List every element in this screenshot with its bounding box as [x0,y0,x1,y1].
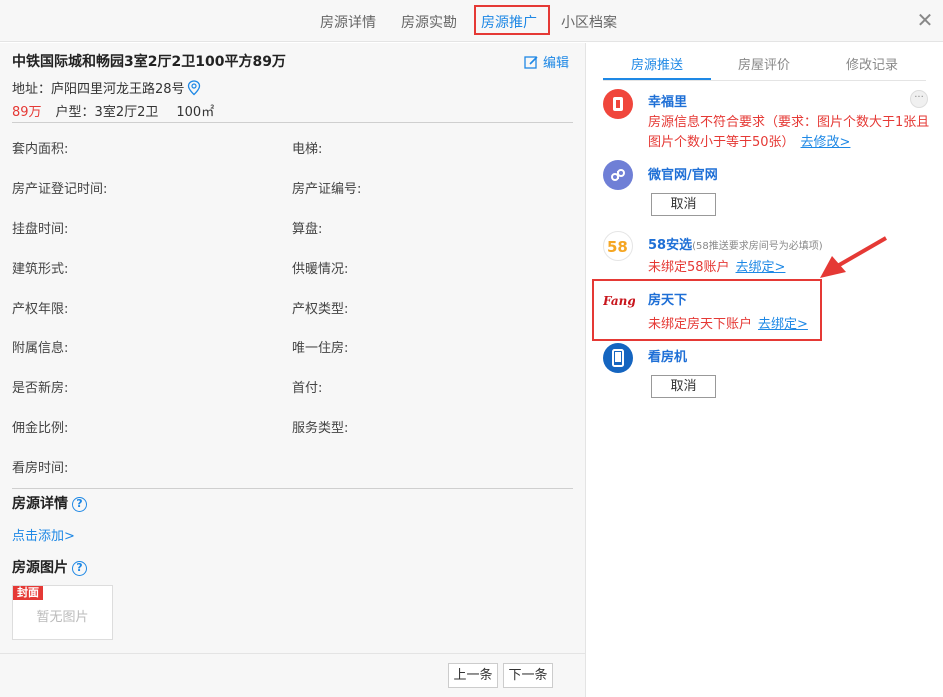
field-property-type: 产权类型: [292,302,349,317]
divider [12,122,573,123]
field-commission: 佣金比例: [12,421,69,436]
tab-house-survey[interactable]: 房源实勘 [401,12,457,32]
detail-title-text: 房源详情 [12,496,68,512]
tab-community-archive[interactable]: 小区档案 [561,12,617,32]
tab-house-detail[interactable]: 房源详情 [320,12,376,32]
anxuan58-logo-icon: 58 [603,231,633,261]
viewing-machine-cancel-button[interactable]: 取消 [651,375,716,398]
more-icon[interactable]: ··· [910,90,928,108]
field-is-new: 是否新房: [12,381,69,396]
close-icon[interactable]: ✕ [914,9,936,31]
active-tab-underline [603,78,711,80]
xingfuli-logo-icon [603,89,633,119]
edit-button[interactable]: 编辑 [524,52,569,71]
field-heating: 供暖情况: [292,262,349,277]
anxuan58-logo-text: 58 [607,238,628,256]
prev-button[interactable]: 上一条 [448,663,498,688]
wechat-site-cancel-button[interactable]: 取消 [651,193,716,216]
xingfuli-error-text: 房源信息不符合要求（要求：图片个数大于1张且图片个数小于等于50张） [648,115,930,150]
detail-section-title: 房源详情? [12,493,87,513]
house-title: 中铁国际城和畅园3室2厅2卫100平方89万 [12,54,286,70]
field-cert-register-time: 房产证登记时间: [12,182,108,197]
channel-name-viewing-machine: 看房机 [648,350,688,365]
highlight-box [474,5,550,35]
channel-58-note: (58推送要求房间号为必填项) [692,241,823,252]
add-detail-link[interactable]: 点击添加> [12,525,75,544]
top-tab-bar [0,0,943,42]
channel-name-xingfuli: 幸福里 [648,95,688,110]
highlight-box [592,279,822,341]
address-line: 地址：庐阳四里河龙王路28号 [12,78,201,97]
channel-name-58-text: 58安选 [648,238,693,253]
photo-section-title: 房源图片? [12,557,87,577]
photo-placeholder[interactable]: 封面 暂无图片 [12,585,113,640]
field-cert-number: 房产证编号: [292,182,362,197]
viewing-machine-logo-icon [603,343,633,373]
xingfuli-modify-link[interactable]: 去修改> [801,135,851,150]
anxuan58-bind-link[interactable]: 去绑定> [736,260,786,275]
tab-change-log[interactable]: 修改记录 [846,54,898,73]
field-property-years: 产权年限: [12,302,69,317]
no-photo-text: 暂无图片 [36,610,89,625]
layout: 户型：3室2厅2卫 [55,105,159,120]
divider [12,488,573,489]
field-elevator: 电梯: [292,142,323,157]
anxuan58-error: 未绑定58账户 去绑定> [648,258,785,278]
field-viewing-time: 看房时间: [12,461,69,476]
tab-house-review[interactable]: 房屋评价 [738,54,790,73]
tab-house-push[interactable]: 房源推送 [631,54,683,73]
tabs-baseline [603,80,926,81]
location-pin-icon[interactable] [187,80,201,96]
field-service-type: 服务类型: [292,421,349,436]
field-listing-time: 挂盘时间: [12,222,69,237]
field-only-home: 唯一住房: [292,341,349,356]
divider [0,653,585,654]
field-down-payment: 首付: [292,381,323,396]
price-line: 89万 户型：3室2厅2卫 100㎡ [12,101,214,120]
edit-icon [524,56,538,69]
cover-badge: 封面 [13,586,43,600]
help-icon[interactable]: ? [72,497,87,512]
address-text: 地址：庐阳四里河龙王路28号 [12,82,185,97]
field-abacus: 算盘: [292,222,323,237]
xingfuli-error: 房源信息不符合要求（要求：图片个数大于1张且图片个数小于等于50张） 去修改> [648,113,933,153]
wechat-site-logo-icon [603,160,633,190]
channel-name-wechat-site: 微官网/官网 [648,168,718,183]
next-button[interactable]: 下一条 [503,663,553,688]
help-icon[interactable]: ? [72,561,87,576]
field-building-type: 建筑形式: [12,262,69,277]
field-inner-area: 套内面积: [12,142,69,157]
field-extra-info: 附属信息: [12,341,69,356]
area: 100㎡ [176,105,215,120]
anxuan58-error-text: 未绑定58账户 [648,260,730,275]
photo-title-text: 房源图片 [12,560,68,576]
edit-label: 编辑 [543,56,570,71]
price: 89万 [12,105,42,120]
channel-name-58: 58安选(58推送要求房间号为必填项) [648,234,823,253]
